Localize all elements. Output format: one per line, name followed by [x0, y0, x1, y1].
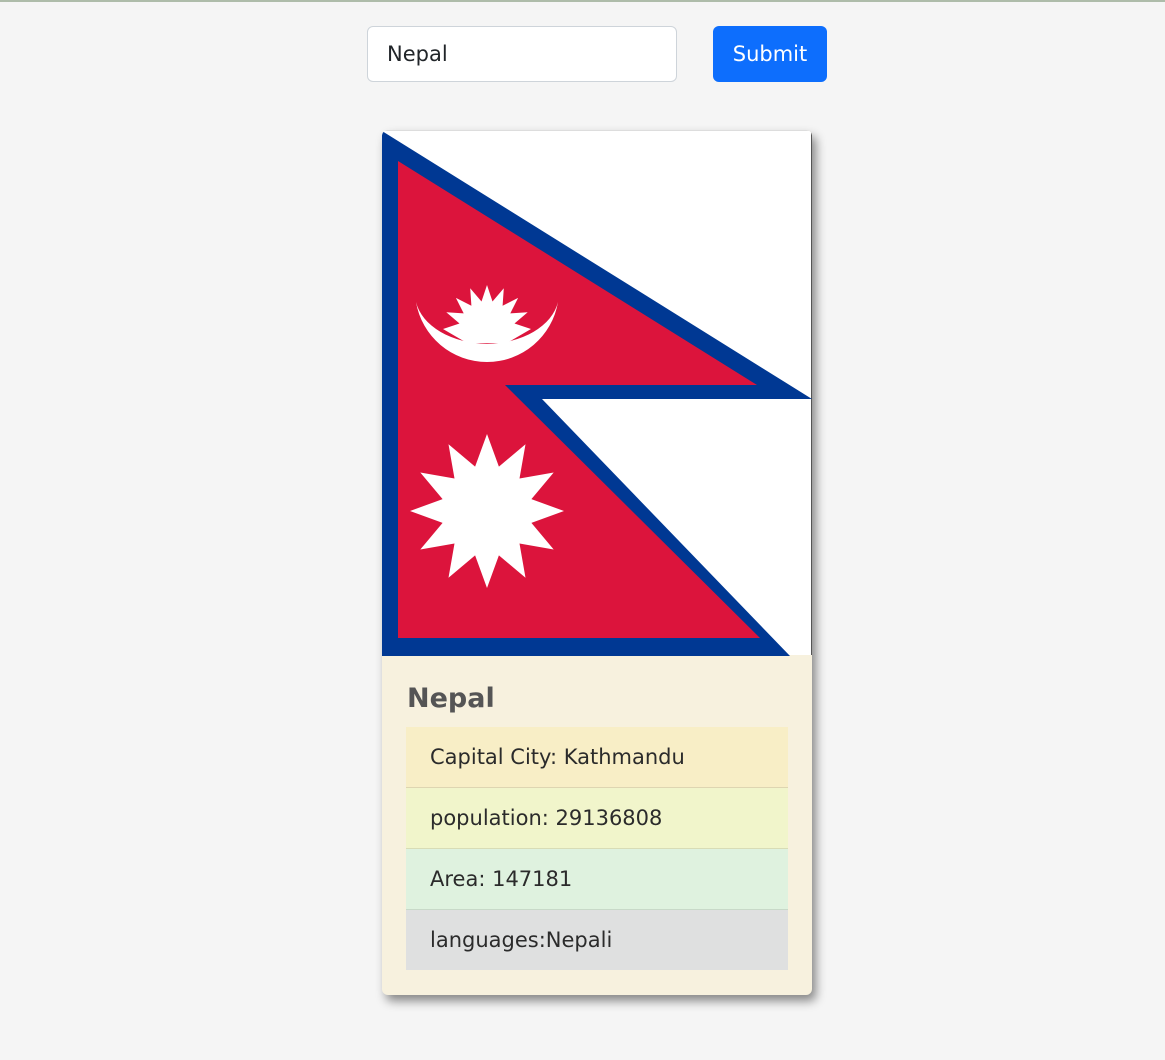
country-card: Nepal Capital City: Kathmandu population… [382, 130, 812, 995]
submit-button[interactable]: Submit [713, 26, 827, 82]
country-search-input[interactable] [367, 26, 677, 82]
capital-city-item: Capital City: Kathmandu [406, 727, 788, 788]
card-body: Nepal Capital City: Kathmandu population… [382, 655, 812, 995]
country-info-list: Capital City: Kathmandu population: 2913… [406, 727, 788, 970]
languages-item: languages:Nepali [406, 910, 788, 970]
country-flag-image [382, 130, 812, 656]
population-item: population: 29136808 [406, 788, 788, 849]
nepal-flag [382, 131, 812, 656]
country-search-form: Submit [0, 0, 1165, 100]
area-item: Area: 147181 [406, 849, 788, 910]
country-name: Nepal [407, 683, 495, 714]
